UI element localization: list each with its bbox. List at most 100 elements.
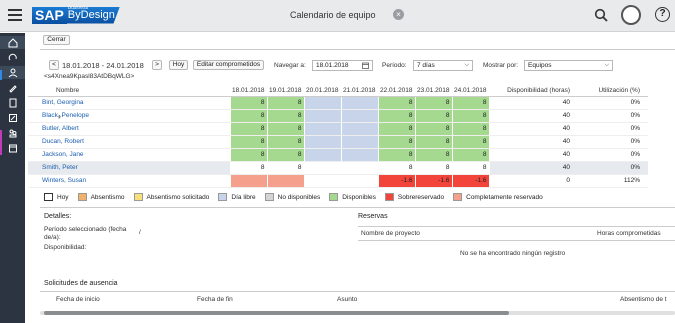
calendar-cell[interactable] bbox=[340, 122, 379, 136]
calendar-cell[interactable]: 8 bbox=[266, 122, 305, 136]
calendar-cell[interactable]: 8 bbox=[451, 135, 490, 149]
people-icon[interactable] bbox=[0, 66, 25, 79]
avatar[interactable] bbox=[621, 5, 641, 25]
calendar-cell[interactable]: 8 bbox=[451, 96, 490, 110]
sap-bydesign-logo[interactable]: SAP Business ByDesign bbox=[32, 6, 120, 24]
calendar-cell[interactable]: 8 bbox=[414, 96, 453, 110]
calendar-cell[interactable] bbox=[303, 122, 342, 136]
calendar-cell[interactable]: 8 bbox=[414, 109, 453, 123]
legend-item: Hoy bbox=[44, 193, 69, 201]
legend-item: Completamente reservado bbox=[453, 193, 543, 201]
calendar-cell[interactable] bbox=[340, 148, 379, 162]
calendar-cell[interactable] bbox=[340, 109, 379, 123]
calendar-cell[interactable]: 8 bbox=[266, 96, 305, 110]
employee-name[interactable]: Smith, Peter bbox=[28, 161, 230, 175]
prev-week-button[interactable]: < bbox=[49, 60, 59, 70]
column-header-absence: Absentismo de t bbox=[620, 296, 667, 303]
employee-name[interactable]: Black, Penelope › bbox=[28, 109, 230, 123]
calendar-cell[interactable]: 8 bbox=[229, 122, 268, 136]
calendar-cell[interactable]: 8 bbox=[229, 161, 268, 175]
calendar-icon[interactable] bbox=[0, 141, 25, 154]
selected-period-label: Período seleccionado (fecha de/a): bbox=[44, 226, 127, 241]
close-button[interactable]: Cerrar bbox=[43, 35, 70, 45]
calendar-cell[interactable]: 8 bbox=[377, 135, 416, 149]
table-row[interactable]: Smith, Peter 8 8 8 8 8 40 0% bbox=[28, 161, 648, 175]
availability-hours: 40 bbox=[489, 96, 578, 110]
calendar-cell[interactable]: -1.6 bbox=[377, 174, 416, 188]
calendar-cell[interactable]: 8 bbox=[451, 109, 490, 123]
calendar-cell[interactable] bbox=[340, 161, 379, 175]
calendar-cell[interactable]: 8 bbox=[414, 122, 453, 136]
calendar-cell[interactable] bbox=[266, 174, 305, 188]
calendar-cell[interactable]: 8 bbox=[414, 161, 453, 175]
calendar-cell[interactable] bbox=[303, 161, 342, 175]
calendar-picker-icon[interactable] bbox=[362, 62, 369, 69]
team-icon[interactable] bbox=[0, 126, 25, 139]
calendar-cell[interactable]: 8 bbox=[266, 148, 305, 162]
calendar-cell[interactable]: 8 bbox=[266, 109, 305, 123]
calendar-cell[interactable]: 8 bbox=[266, 135, 305, 149]
calendar-cell[interactable]: -1.6 bbox=[451, 174, 490, 188]
calendar-cell[interactable]: 8 bbox=[414, 148, 453, 162]
edit-commitments-button[interactable]: Editar comprometidos bbox=[193, 60, 264, 70]
table-row[interactable]: Winters, Susan -1.6 -1.6 -1.6 0 112% bbox=[28, 174, 648, 188]
calendar-cell[interactable]: 8 bbox=[229, 96, 268, 110]
employee-name[interactable]: Jackson, Jane bbox=[28, 148, 230, 162]
table-row[interactable]: Ducan, Robert 8 8 8 8 8 40 0% bbox=[28, 135, 648, 149]
hamburger-menu-icon[interactable] bbox=[8, 9, 22, 21]
home-icon[interactable] bbox=[0, 36, 25, 49]
edit-icon[interactable] bbox=[0, 81, 25, 94]
employee-name[interactable]: Bint, Georgina bbox=[28, 96, 230, 110]
availability-hours: 40 bbox=[489, 148, 578, 162]
calendar-cell[interactable] bbox=[303, 135, 342, 149]
expand-chevron-icon[interactable]: › bbox=[58, 111, 61, 121]
today-button[interactable]: Hoy bbox=[169, 60, 188, 70]
search-icon[interactable] bbox=[594, 8, 608, 22]
utilization-percent: 112% bbox=[578, 174, 648, 188]
calendar-cell[interactable]: -1.6 bbox=[414, 174, 453, 188]
calendar-cell[interactable]: 8 bbox=[229, 109, 268, 123]
table-row[interactable]: Butler, Albert 8 8 8 8 8 40 0% bbox=[28, 122, 648, 136]
calendar-cell[interactable]: 8 bbox=[377, 122, 416, 136]
calendar-cell[interactable] bbox=[229, 174, 268, 188]
calendar-cell[interactable]: 8 bbox=[377, 161, 416, 175]
employee-name[interactable]: Winters, Susan bbox=[28, 174, 230, 188]
calendar-cell[interactable] bbox=[340, 96, 379, 110]
calendar-cell[interactable] bbox=[303, 109, 342, 123]
period-select[interactable]: 7 días ⌵ bbox=[413, 60, 473, 71]
calendar-cell[interactable]: 8 bbox=[451, 122, 490, 136]
calendar-cell[interactable] bbox=[303, 174, 342, 188]
close-icon[interactable]: × bbox=[393, 9, 404, 20]
calendar-cell[interactable]: 8 bbox=[414, 135, 453, 149]
refresh-icon[interactable] bbox=[0, 51, 25, 64]
calendar-cell[interactable] bbox=[340, 174, 379, 188]
table-row[interactable]: Black, Penelope › 8 8 8 8 8 40 0% bbox=[28, 109, 648, 123]
show-by-select[interactable]: Equipos ⌵ bbox=[524, 60, 613, 71]
scrollbar-thumb[interactable] bbox=[44, 311, 509, 315]
document-icon[interactable] bbox=[0, 96, 25, 109]
legend-label: Sobrereservado bbox=[397, 193, 445, 201]
help-icon[interactable]: ? bbox=[655, 7, 670, 22]
calendar-cell[interactable]: 8 bbox=[229, 135, 268, 149]
calendar-cell[interactable] bbox=[303, 148, 342, 162]
legend-swatch bbox=[77, 193, 87, 201]
calendar-cell[interactable]: 8 bbox=[266, 161, 305, 175]
chart-icon[interactable] bbox=[0, 111, 25, 124]
legend-swatch bbox=[44, 193, 53, 201]
calendar-cell[interactable]: 8 bbox=[377, 109, 416, 123]
employee-name[interactable]: Butler, Albert bbox=[28, 122, 230, 136]
calendar-cell[interactable] bbox=[303, 96, 342, 110]
nav-active-indicator bbox=[0, 70, 2, 80]
calendar-cell[interactable]: 8 bbox=[229, 148, 268, 162]
calendar-cell[interactable] bbox=[340, 135, 379, 149]
calendar-cell[interactable]: 8 bbox=[451, 148, 490, 162]
next-week-button[interactable]: > bbox=[152, 60, 162, 70]
calendar-cell[interactable]: 8 bbox=[377, 96, 416, 110]
table-row[interactable]: Jackson, Jane 8 8 8 8 8 40 0% bbox=[28, 148, 648, 162]
table-row[interactable]: Bint, Georgina 8 8 8 8 8 40 0% bbox=[28, 96, 648, 110]
navigate-date-field[interactable]: 18.01.2018 bbox=[312, 60, 373, 71]
calendar-cell[interactable]: 8 bbox=[377, 148, 416, 162]
horizontal-scrollbar[interactable] bbox=[40, 311, 675, 315]
calendar-cell[interactable]: 8 bbox=[451, 161, 490, 175]
employee-name[interactable]: Ducan, Robert bbox=[28, 135, 230, 149]
